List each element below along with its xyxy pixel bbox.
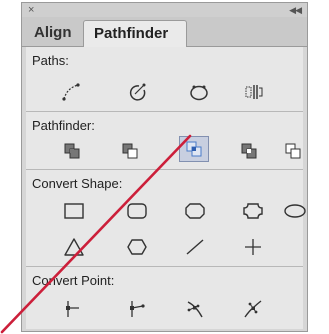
tab-bar: Align Pathfinder <box>22 17 307 47</box>
paths-label: Paths: <box>32 53 69 68</box>
pathfinder-section: Pathfinder: <box>26 111 303 169</box>
pathfinder-panel: × ◀◀ Align Pathfinder Paths: Pathfinder: <box>21 2 308 332</box>
symmetrical-point-icon[interactable] <box>238 296 268 322</box>
line-icon[interactable] <box>180 234 210 260</box>
chamfer-rectangle-icon[interactable] <box>180 198 210 224</box>
panel-titlebar: × ◀◀ <box>22 3 307 17</box>
smooth-point-icon[interactable] <box>180 296 210 322</box>
paths-section: Paths: <box>26 47 303 110</box>
corner-point-icon[interactable] <box>122 296 152 322</box>
tab-pathfinder[interactable]: Pathfinder <box>83 20 187 47</box>
panel-content: Paths: Pathfinder: Convert Shape: Conver… <box>26 47 306 330</box>
minus-front-icon[interactable] <box>115 138 145 164</box>
convert-point-label: Convert Point: <box>32 273 115 288</box>
inverted-rounded-rectangle-icon[interactable] <box>238 198 268 224</box>
tab-align[interactable]: Align <box>26 20 81 46</box>
triangle-icon[interactable] <box>59 234 89 260</box>
close-icon[interactable]: × <box>28 3 34 17</box>
divide-icon[interactable] <box>282 138 304 164</box>
rectangle-icon[interactable] <box>59 198 89 224</box>
pathfinder-label: Pathfinder: <box>32 118 95 133</box>
reverse-direction-icon[interactable] <box>239 79 269 105</box>
unite-icon[interactable] <box>57 138 87 164</box>
rounded-rectangle-icon[interactable] <box>122 198 152 224</box>
exclude-icon[interactable] <box>234 138 264 164</box>
plus-icon[interactable] <box>238 234 268 260</box>
close-path-icon[interactable] <box>184 79 214 105</box>
polygon-icon[interactable] <box>122 234 152 260</box>
join-icon[interactable] <box>56 79 86 105</box>
collapse-icon[interactable]: ◀◀ <box>289 3 302 17</box>
intersect-icon[interactable] <box>179 136 209 162</box>
convert-point-section: Convert Point: <box>26 266 303 330</box>
plain-point-icon[interactable] <box>58 296 88 322</box>
convert-shape-section: Convert Shape: <box>26 169 306 266</box>
outline-stroke-icon[interactable] <box>123 79 153 105</box>
convert-shape-label: Convert Shape: <box>32 176 123 191</box>
ellipse-icon[interactable] <box>283 198 307 224</box>
